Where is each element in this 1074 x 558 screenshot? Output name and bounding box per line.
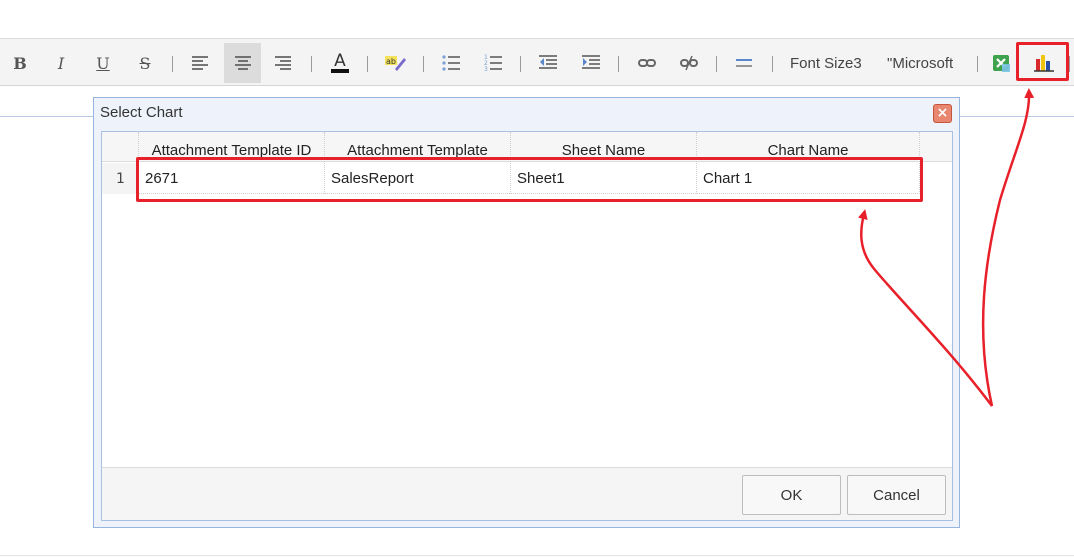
annotation-arrows [857, 88, 1035, 407]
arrow-to-chart-button [981, 88, 1035, 407]
arrow-to-row [857, 209, 993, 407]
